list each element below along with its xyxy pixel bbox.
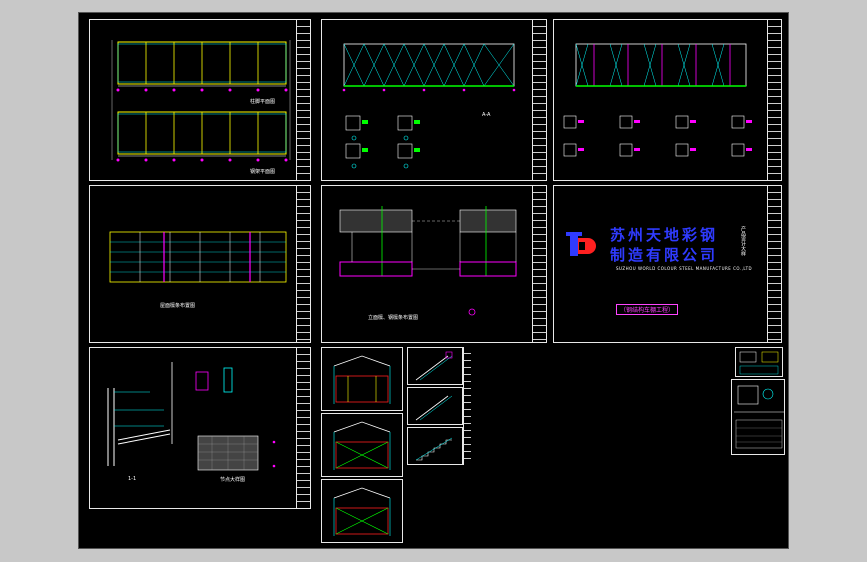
section-label: A-A (482, 112, 491, 118)
company-name-line2: 制造有限公司 (610, 246, 719, 264)
sheet-frame-elevation-3[interactable] (321, 479, 403, 543)
sheet-small-legend[interactable] (735, 347, 783, 377)
purlin-label: 立面檩、钢檩条布置图 (368, 315, 419, 321)
sheet-stair-detail-3[interactable] (407, 427, 463, 465)
sheet-stair-detail-2[interactable] (407, 387, 463, 425)
sheet-roof-plan[interactable]: 屋面檩条布置图 (89, 185, 311, 343)
small-detail-drawing (734, 385, 784, 449)
sheet-column-plan[interactable]: 柱脚平面图 钢架平面图 (89, 19, 311, 181)
company-name-en: SUZHOU WORLD COLOUR STEEL MANUFACTURE CO… (616, 266, 753, 271)
sheet-node-details[interactable]: 1-1 节点大样图 (89, 347, 311, 509)
sheet-frame-elevation-2[interactable] (321, 413, 403, 477)
roof-plan-label: 屋面檩条布置图 (160, 303, 196, 309)
truss-elevation-2-drawing (563, 43, 752, 157)
plan2-label: 钢架平面图 (250, 169, 276, 175)
sheet-small-detail[interactable] (731, 379, 785, 455)
frame-elevation-3-drawing (333, 487, 391, 536)
column-plan-drawing (111, 40, 291, 162)
detail-1-label: 1-1 (128, 476, 137, 482)
drawing-canvas[interactable]: 柱脚平面图 钢架平面图 A-A 屋面檩条布置图 立面檩、钢檩条布置图 苏州天地彩… (78, 12, 789, 549)
detail-2-label: 节点大样图 (220, 477, 246, 483)
small-legend-drawing (739, 351, 779, 375)
stair-detail-2-drawing (415, 395, 453, 421)
cad-viewer: 柱脚平面图 钢架平面图 A-A 屋面檩条布置图 立面檩、钢檩条布置图 苏州天地彩… (0, 0, 867, 562)
sheet-truss-elevation[interactable]: A-A (321, 19, 547, 181)
sheet-frame-elevation-1[interactable] (321, 347, 403, 411)
plan1-label: 柱脚平面图 (250, 99, 276, 105)
stair-detail-1-drawing (415, 351, 453, 381)
sheet-truss-elevation-2[interactable] (553, 19, 782, 181)
node-details-drawing (107, 362, 276, 471)
roof-plan-drawing (109, 231, 287, 283)
purlin-elevation-drawing (339, 206, 517, 316)
sheet-purlin-elevation[interactable]: 立面檩、钢檩条布置图 (321, 185, 547, 343)
frame-elevation-1-drawing (333, 355, 391, 404)
project-label: （钢结构车棚工程） (616, 304, 679, 315)
company-name-line1: 苏州天地彩钢 (610, 226, 719, 244)
frame-elevation-2-drawing (333, 421, 391, 470)
truss-elevation-drawing (342, 43, 516, 169)
company-logo (566, 232, 596, 256)
stair-detail-3-drawing (415, 437, 453, 461)
sheet-stair-detail-1[interactable] (407, 347, 463, 385)
sheet-cover[interactable]: 苏州天地彩钢 制造有限公司 SUZHOU WORLD COLOUR STEEL … (553, 185, 782, 343)
stair-title-block (463, 347, 471, 465)
side-text: 产品设计大样 (740, 226, 746, 256)
